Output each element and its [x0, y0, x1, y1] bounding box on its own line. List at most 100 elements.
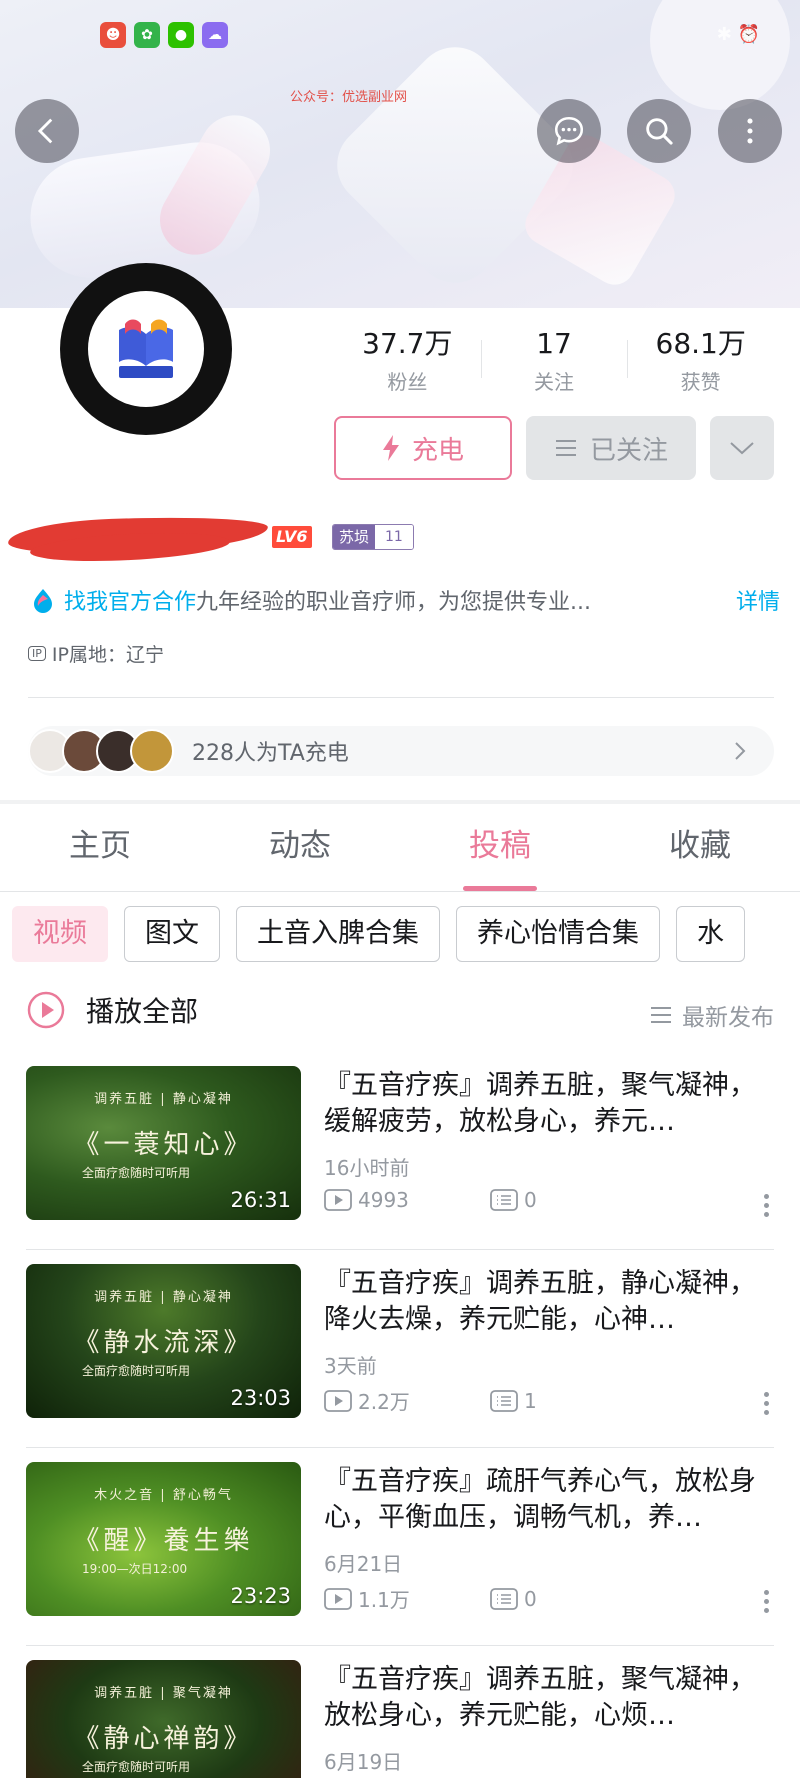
status-bar-app-icons: ☻ ✿ ● ☁	[100, 22, 228, 48]
list-item[interactable]: 调养五脏 | 静心凝神 《静水流深》 全面疗愈随时可听用 23:03 『五音疗疾…	[0, 1264, 800, 1462]
video-title[interactable]: 『五音疗疾』疏肝气养心气，放松身心，平衡血压，调畅气机，养…	[324, 1464, 774, 1536]
bio-text: 九年经验的职业音疗师，为您提供专业...	[196, 590, 591, 615]
charge-supporters-row[interactable]: 228人为TA充电	[28, 726, 774, 776]
chip-collection[interactable]: 水	[676, 906, 745, 962]
chip-collection[interactable]: 养心怡情合集	[456, 906, 660, 962]
video-title[interactable]: 『五音疗疾』调养五脏，聚气凝神，缓解疲劳，放松身心，养元…	[324, 1068, 774, 1140]
video-more-button[interactable]	[764, 1590, 770, 1617]
expand-button[interactable]	[710, 416, 774, 480]
chip-video[interactable]: 视频	[12, 906, 108, 962]
ip-location-text: IP属地：辽宁	[51, 644, 164, 666]
video-stats: 1.1万 0	[324, 1584, 656, 1613]
play-count-value: 2.2万	[358, 1390, 410, 1414]
tab-dynamics[interactable]: 动态	[200, 806, 400, 891]
video-stats: 4993 0	[324, 1188, 656, 1212]
bio-details-link[interactable]: 详情	[736, 584, 780, 616]
avatar	[130, 729, 174, 773]
comment-count-value: 0	[524, 1586, 537, 1611]
ip-location: IP IP属地：辽宁	[28, 640, 164, 667]
comment-count-icon	[490, 1189, 518, 1211]
stat-label: 关注	[534, 370, 574, 394]
video-thumbnail[interactable]: 调养五脏 | 静心凝神 《一蓑知心》 全面疗愈随时可听用 26:31	[26, 1066, 301, 1220]
video-title[interactable]: 『五音疗疾』调养五脏，静心凝神，降火去燥，养元贮能，心神…	[324, 1266, 774, 1338]
play-count-icon	[324, 1389, 352, 1412]
video-time: 3天前	[324, 1354, 377, 1378]
thumbnail-title: 《静水流深》	[73, 1328, 254, 1358]
video-stats: 2.2万 1	[324, 1386, 656, 1415]
thumbnail-subtitle: 木火之音 | 舒心畅气	[94, 1488, 233, 1503]
stat-likes[interactable]: 68.1万 获赞	[627, 326, 774, 395]
comment-count: 0	[490, 1587, 656, 1611]
divider	[26, 1447, 774, 1448]
official-cooperation-link[interactable]: 找我官方合作	[64, 584, 196, 616]
stat-label: 粉丝	[387, 370, 428, 394]
play-count-value: 4993	[358, 1188, 409, 1212]
section-separator	[0, 800, 800, 804]
stat-following[interactable]: 17 关注	[480, 326, 628, 395]
video-thumbnail[interactable]: 调养五脏 | 静心凝神 《静水流深》 全面疗愈随时可听用 23:03	[26, 1264, 301, 1418]
divider	[26, 1645, 774, 1646]
followed-button[interactable]: 已关注	[526, 416, 696, 480]
list-item[interactable]: 调养五脏 | 聚气凝神 《静心禅韵》 全面疗愈随时可听用 『五音疗疾』调养五脏，…	[0, 1660, 800, 1778]
tab-favorites[interactable]: 收藏	[600, 806, 800, 891]
comment-count-icon	[490, 1587, 518, 1610]
chip-collection[interactable]: 土音入脾合集	[236, 906, 440, 962]
chip-image-text[interactable]: 图文	[124, 906, 220, 962]
sort-button[interactable]: 最新发布	[650, 998, 774, 1032]
play-circle-icon	[27, 991, 65, 1029]
stat-fans[interactable]: 37.7万 粉丝	[334, 326, 481, 395]
play-count-icon	[324, 1587, 352, 1610]
cloud-icon: ☁	[202, 22, 228, 48]
chevron-down-icon	[730, 442, 754, 455]
comment-count: 1	[490, 1389, 656, 1413]
video-duration: 23:03	[230, 1386, 291, 1410]
cooperation-icon	[34, 589, 52, 613]
back-button[interactable]	[15, 99, 79, 163]
ip-icon: IP	[28, 646, 46, 661]
play-all-button[interactable]: 播放全部	[26, 990, 198, 1030]
list-item[interactable]: 木火之音 | 舒心畅气 《醒》養生樂 19:00—次日12:00 23:23 『…	[0, 1462, 800, 1660]
video-thumbnail[interactable]: 木火之音 | 舒心畅气 《醒》養生樂 19:00—次日12:00 23:23	[26, 1462, 301, 1616]
search-button[interactable]	[627, 99, 691, 163]
fan-medal[interactable]: 苏埙 11	[332, 524, 414, 550]
stat-value: 68.1万	[655, 327, 746, 360]
status-bar-system-icons: ✱ ⏰	[716, 24, 760, 45]
followed-label: 已关注	[589, 435, 668, 466]
thumbnail-subtitle: 调养五脏 | 聚气凝神	[94, 1686, 233, 1701]
divider	[28, 697, 774, 698]
tab-uploads[interactable]: 投稿	[400, 806, 600, 891]
more-options-button[interactable]	[718, 99, 782, 163]
lightning-icon	[382, 435, 399, 461]
play-all-label: 播放全部	[86, 995, 199, 1028]
menu-lines-icon	[555, 440, 576, 456]
avatar[interactable]	[60, 263, 232, 435]
video-duration: 26:31	[230, 1188, 291, 1212]
thumbnail-subtitle: 调养五脏 | 静心凝神	[94, 1290, 233, 1305]
wechat-icon: ●	[168, 22, 194, 48]
tab-home[interactable]: 主页	[0, 806, 200, 891]
content-filter-chips: 视频 图文 土音入脾合集 养心怡情合集 水	[12, 906, 800, 964]
video-thumbnail[interactable]: 调养五脏 | 聚气凝神 《静心禅韵》 全面疗愈随时可听用	[26, 1660, 301, 1778]
chevron-left-icon	[37, 118, 53, 144]
video-more-button[interactable]	[764, 1194, 770, 1221]
stat-value: 37.7万	[362, 327, 453, 360]
list-item[interactable]: 调养五脏 | 静心凝神 《一蓑知心》 全面疗愈随时可听用 26:31 『五音疗疾…	[0, 1066, 800, 1264]
charge-button[interactable]: 充电	[334, 416, 512, 480]
video-time: 6月19日	[324, 1750, 403, 1774]
message-button[interactable]	[537, 99, 601, 163]
thumbnail-caption: 全面疗愈随时可听用	[82, 1364, 191, 1378]
chevron-right-icon	[735, 742, 746, 760]
bio-row[interactable]: 找我官方合作 九年经验的职业音疗师，为您提供专业... 详情	[30, 582, 780, 618]
video-more-button[interactable]	[764, 1392, 770, 1419]
charge-label: 充电	[411, 435, 464, 466]
play-count: 1.1万	[324, 1584, 490, 1613]
profile-tabs: 主页 动态 投稿 收藏	[0, 806, 800, 892]
video-title[interactable]: 『五音疗疾』调养五脏，聚气凝神，放松身心，养元贮能，心烦…	[324, 1662, 774, 1734]
thumbnail-subtitle: 调养五脏 | 静心凝神	[94, 1092, 233, 1107]
divider	[26, 1249, 774, 1250]
play-count-icon	[324, 1189, 352, 1211]
username-row: LV6 苏埙 11	[0, 510, 800, 566]
chat-bubble-icon	[554, 116, 584, 146]
thumbnail-caption: 19:00—次日12:00	[82, 1562, 188, 1576]
comment-count: 0	[490, 1188, 656, 1212]
